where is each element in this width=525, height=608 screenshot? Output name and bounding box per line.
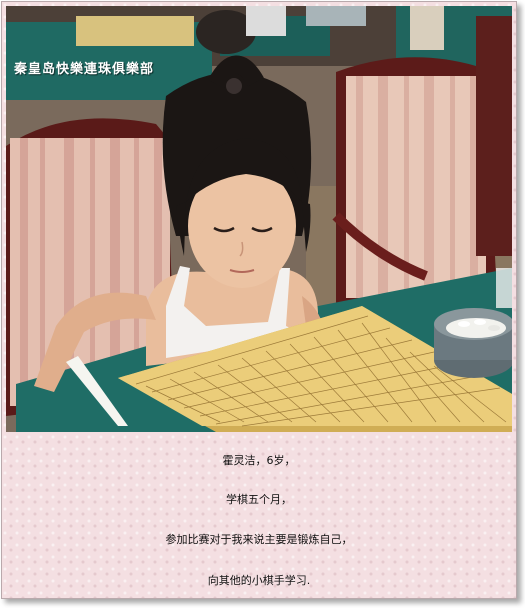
caption-line-competition: 参加比赛对于我来说主要是锻炼自己， <box>165 533 353 546</box>
photo-frame: 秦皇岛快樂連珠俱樂部 霍灵洁，6岁， 学棋五个月， 参加比赛对于我来说主要是锻炼… <box>1 1 517 599</box>
caption-line-learning: 向其他的小棋手学习. <box>207 574 311 587</box>
photo: 秦皇岛快樂連珠俱樂部 <box>6 6 512 432</box>
caption-line-study-duration: 学棋五个月， <box>226 493 292 506</box>
caption: 霍灵洁，6岁， 学棋五个月， 参加比赛对于我来说主要是锻炼自己， 向其他的小棋手… <box>2 432 516 598</box>
caption-line-name-age: 霍灵洁，6岁， <box>222 454 296 467</box>
club-watermark: 秦皇岛快樂連珠俱樂部 <box>14 62 155 77</box>
stone-bowl <box>434 308 512 378</box>
